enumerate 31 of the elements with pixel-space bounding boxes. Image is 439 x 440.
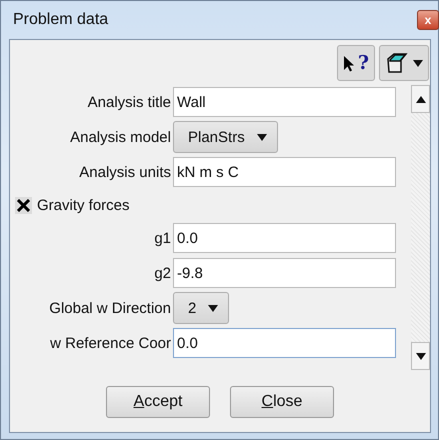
scrollbar[interactable] <box>411 85 430 370</box>
caret-icon <box>208 304 218 312</box>
field-label: Analysis title <box>86 94 172 110</box>
dropdown[interactable]: 2 <box>173 292 230 324</box>
notebook-icon <box>385 51 409 75</box>
field-label: g1 <box>153 230 172 246</box>
caret-icon <box>413 60 423 66</box>
field-label: Global w Direction <box>48 300 172 316</box>
window-title: Problem data <box>12 11 108 29</box>
help-button[interactable]: ? <box>336 45 375 81</box>
checkbox-label: Gravity forces <box>37 196 130 214</box>
up-arrow-icon <box>416 96 426 102</box>
dropdown[interactable]: PlanStrs <box>173 121 278 153</box>
dialog-button[interactable]: Accept <box>106 386 210 418</box>
text-field[interactable]: 0.0 <box>173 328 396 358</box>
field-label: w Reference Coor <box>49 334 172 352</box>
pointer-icon <box>342 54 354 72</box>
scroll-up-button[interactable] <box>411 85 430 113</box>
field-label: Analysis model <box>69 128 172 146</box>
field-label: g2 <box>153 264 172 282</box>
notebook-menu-button[interactable] <box>379 45 429 81</box>
down-arrow-icon <box>416 352 426 360</box>
text-field[interactable]: 0.0 <box>173 223 396 253</box>
text-field[interactable]: -9.8 <box>173 258 396 288</box>
text-field[interactable]: kN m s C <box>173 157 396 187</box>
field-label: Analysis units <box>78 164 172 180</box>
caret-icon <box>256 134 267 140</box>
dialog-button[interactable]: Close <box>230 386 334 418</box>
checkbox[interactable] <box>15 196 32 214</box>
scroll-down-button[interactable] <box>411 342 430 370</box>
text-field[interactable]: Wall <box>173 87 396 117</box>
